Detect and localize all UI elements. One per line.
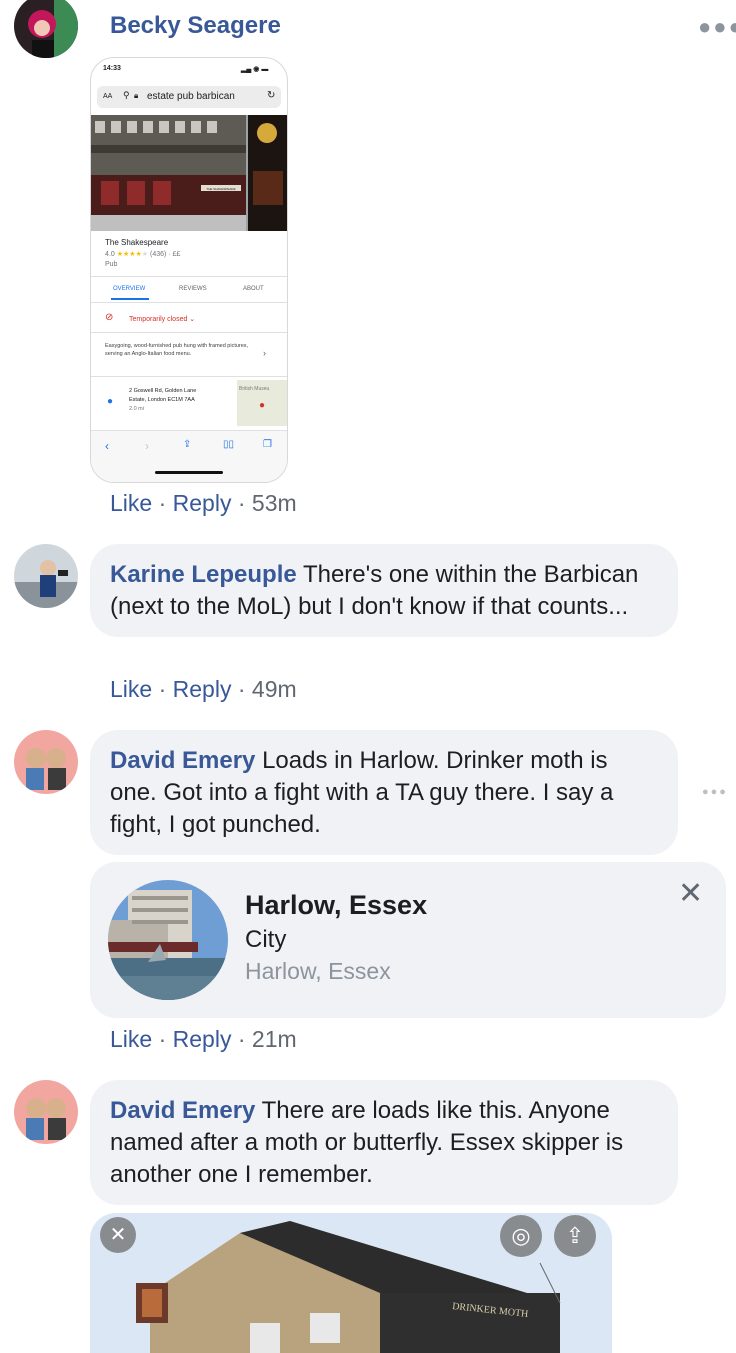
pub-sign-text: THE SHAKESPEARE — [206, 187, 235, 191]
place-card[interactable]: Harlow, Essex City Harlow, Essex ✕ — [90, 862, 726, 1018]
divider — [91, 376, 287, 377]
place-name: The Shakespeare — [105, 238, 169, 247]
address-distance: 2.0 mi — [129, 406, 144, 412]
comment-bubble: David Emery There are loads like this. A… — [90, 1080, 678, 1205]
closed-icon: ⊘ — [105, 312, 114, 323]
visual-search-icon[interactable]: ◎ — [500, 1215, 542, 1257]
place-image — [108, 880, 228, 1000]
browser-toolbar: ‹ › ⇪ ▯▯ ❐ — [91, 430, 287, 482]
avatar-image — [14, 1080, 78, 1144]
divider — [91, 332, 287, 333]
comment-author[interactable]: Becky Seagere — [110, 12, 281, 40]
place-subtitle: Harlow, Essex — [245, 958, 391, 984]
comment-time[interactable]: 53m — [252, 490, 297, 516]
reply-button[interactable]: Reply — [173, 676, 232, 702]
address-line-1: 2 Goswell Rd, Golden Lane — [129, 388, 197, 394]
lock-icon: 🔒︎ — [134, 91, 139, 100]
rating-count: (436) — [150, 251, 167, 258]
mini-map[interactable]: British Museu ● — [237, 380, 287, 426]
search-icon: ⚲ — [123, 90, 130, 100]
attached-screenshot[interactable]: 14:33 ▂▄ ◉ ▬ AA ⚲ 🔒︎ estate pub barbican… — [90, 57, 288, 483]
tab-reviews[interactable]: REVIEWS — [179, 286, 207, 292]
like-button[interactable]: Like — [110, 1026, 152, 1052]
place-photo — [108, 880, 228, 1000]
browser-url-bar[interactable]: AA ⚲ 🔒︎ estate pub barbican ↻ — [97, 86, 281, 108]
divider — [91, 276, 287, 277]
share-icon[interactable]: ⇪ — [183, 439, 191, 450]
place-type: City — [245, 926, 287, 953]
place-category: Pub — [105, 261, 118, 268]
avatar[interactable] — [14, 730, 78, 794]
closed-label: Temporarily closed — [129, 316, 188, 323]
comment-author[interactable]: Karine Lepeuple — [110, 561, 297, 588]
close-icon[interactable]: ✕ — [100, 1217, 136, 1253]
place-description: Easygoing, wood-furnished pub hung with … — [105, 343, 249, 357]
reply-button[interactable]: Reply — [173, 1026, 232, 1052]
comment-author[interactable]: David Emery — [110, 747, 255, 774]
avatar-image — [14, 544, 78, 608]
comment-author[interactable]: David Emery — [110, 1097, 255, 1124]
like-button[interactable]: Like — [110, 490, 152, 516]
chevron-right-icon[interactable]: › — [263, 348, 266, 358]
map-label: British Museu — [239, 386, 270, 392]
tab-overview[interactable]: OVERVIEW — [113, 286, 145, 292]
forward-icon[interactable]: › — [145, 439, 149, 453]
place-rating-row: 4.0 ★★★★★ (436) · ££ — [105, 251, 181, 258]
tab-indicator — [111, 298, 149, 300]
comment-bubble: Karine Lepeuple There's one within the B… — [90, 544, 678, 637]
comment-time[interactable]: 49m — [252, 676, 297, 702]
bookmarks-icon[interactable]: ▯▯ — [223, 439, 234, 450]
avatar-image — [14, 730, 78, 794]
map-pin-icon: ● — [259, 400, 266, 411]
comment-time[interactable]: 21m — [252, 1026, 297, 1052]
rating-value: 4.0 — [105, 251, 115, 258]
tabs-icon[interactable]: ❐ — [263, 439, 272, 450]
comment-actions: Like · Reply · 53m — [110, 490, 297, 516]
comment-bubble: David Emery Loads in Harlow. Drinker mot… — [90, 730, 678, 855]
place-photo: THE SHAKESPEARE — [91, 115, 287, 231]
share-icon[interactable]: ⇪ — [554, 1215, 596, 1257]
avatar-image — [14, 0, 78, 58]
more-options-icon[interactable]: ●●● — [698, 14, 736, 40]
rating-stars-icon: ★★★★ — [116, 251, 142, 258]
location-pin-icon: ● — [107, 396, 114, 407]
reply-button[interactable]: Reply — [173, 490, 232, 516]
place-title: Harlow, Essex — [245, 890, 428, 920]
address-line-2: Estate, London EC1M 7AA — [129, 397, 195, 403]
avatar[interactable] — [14, 544, 78, 608]
divider — [91, 302, 287, 303]
reload-icon: ↻ — [267, 90, 276, 101]
avatar[interactable] — [14, 0, 78, 58]
comment-actions: Like · Reply · 21m — [110, 1026, 297, 1052]
close-icon[interactable]: ✕ — [678, 876, 703, 911]
more-options-icon[interactable]: ●●● — [702, 786, 728, 798]
back-icon[interactable]: ‹ — [105, 439, 109, 453]
attached-photo[interactable]: DRINKER MOTH ✕ ◎ ⇪ — [90, 1213, 612, 1353]
status-icons: ▂▄ ◉ ▬ — [241, 66, 269, 73]
text-size-label: AA — [103, 93, 113, 100]
avatar[interactable] — [14, 1080, 78, 1144]
url-text: estate pub barbican — [147, 91, 235, 102]
tab-about[interactable]: ABOUT — [243, 286, 264, 292]
closed-status[interactable]: Temporarily closed ⌄ — [129, 315, 195, 323]
like-button[interactable]: Like — [110, 676, 152, 702]
price-level: ££ — [172, 251, 181, 258]
comment-actions: Like · Reply · 49m — [110, 676, 297, 702]
status-time: 14:33 — [103, 65, 121, 72]
home-indicator — [155, 471, 223, 474]
